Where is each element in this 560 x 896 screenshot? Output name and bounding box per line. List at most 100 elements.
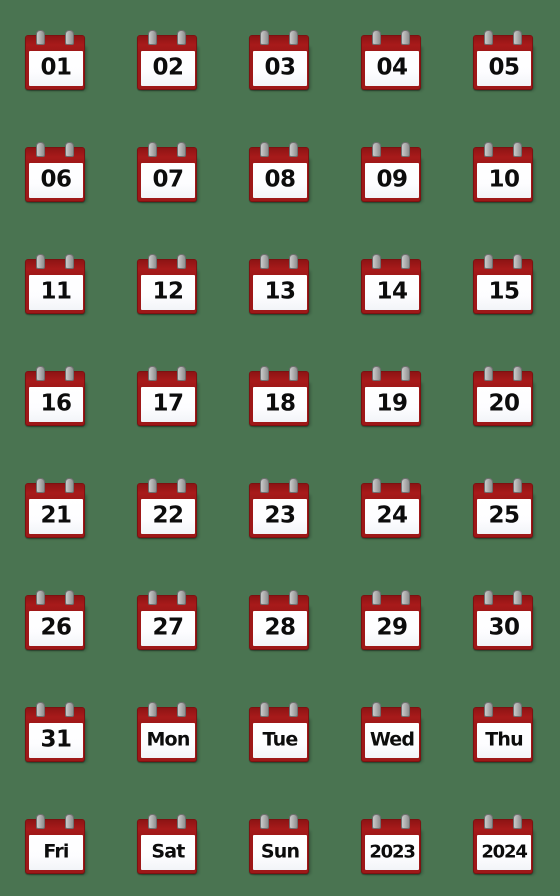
calendar-body: 25: [473, 483, 533, 538]
calendar-08[interactable]: 08: [249, 142, 311, 204]
calendar-01[interactable]: 01: [25, 30, 87, 92]
calendar-body: 29: [361, 595, 421, 650]
calendar-ring-left-icon: [372, 30, 381, 45]
calendar-12[interactable]: 12: [137, 254, 199, 316]
calendar-header-band: [362, 260, 420, 276]
calendar-ring-left-icon: [148, 366, 157, 381]
calendar-26[interactable]: 26: [25, 590, 87, 652]
calendar-ring-left-icon: [372, 478, 381, 493]
calendar-22[interactable]: 22: [137, 478, 199, 540]
grid-cell: 03: [224, 18, 336, 130]
calendar-ring-right-icon: [401, 814, 410, 829]
calendar-page: Thu: [477, 723, 531, 758]
calendar-09[interactable]: 09: [361, 142, 423, 204]
calendar-ring-left-icon: [372, 366, 381, 381]
calendar-header-band: [26, 260, 84, 276]
calendar-label: Mon: [146, 728, 190, 751]
calendar-ring-left-icon: [260, 702, 269, 717]
calendar-page: 02: [141, 51, 195, 86]
calendar-ring-right-icon: [177, 366, 186, 381]
calendar-10[interactable]: 10: [473, 142, 535, 204]
grid-cell: 22: [112, 466, 224, 578]
calendar-label: 31: [40, 726, 72, 753]
calendar-label: 03: [264, 54, 296, 81]
calendar-header-band: [138, 36, 196, 52]
calendar-ring-left-icon: [372, 702, 381, 717]
calendar-25[interactable]: 25: [473, 478, 535, 540]
calendar-29[interactable]: 29: [361, 590, 423, 652]
grid-cell: 04: [336, 18, 448, 130]
calendar-05[interactable]: 05: [473, 30, 535, 92]
calendar-04[interactable]: 04: [361, 30, 423, 92]
calendar-ring-right-icon: [65, 478, 74, 493]
calendar-body: 23: [249, 483, 309, 538]
calendar-ring-left-icon: [148, 254, 157, 269]
calendar-page: 23: [253, 499, 307, 534]
calendar-thu[interactable]: Thu: [473, 702, 535, 764]
calendar-header-band: [474, 148, 532, 164]
calendar-19[interactable]: 19: [361, 366, 423, 428]
calendar-02[interactable]: 02: [137, 30, 199, 92]
calendar-ring-left-icon: [372, 590, 381, 605]
grid-cell: 24: [336, 466, 448, 578]
calendar-header-band: [138, 148, 196, 164]
calendar-label: Tue: [262, 728, 299, 751]
calendar-31[interactable]: 31: [25, 702, 87, 764]
calendar-17[interactable]: 17: [137, 366, 199, 428]
calendar-24[interactable]: 24: [361, 478, 423, 540]
calendar-body: 05: [473, 35, 533, 90]
calendar-body: 26: [25, 595, 85, 650]
calendar-ring-right-icon: [289, 478, 298, 493]
calendar-16[interactable]: 16: [25, 366, 87, 428]
calendar-page: Sat: [141, 835, 195, 870]
calendar-body: Thu: [473, 707, 533, 762]
calendar-sun[interactable]: Sun: [249, 814, 311, 876]
calendar-header-band: [138, 484, 196, 500]
calendar-07[interactable]: 07: [137, 142, 199, 204]
calendar-ring-right-icon: [289, 254, 298, 269]
calendar-18[interactable]: 18: [249, 366, 311, 428]
calendar-23[interactable]: 23: [249, 478, 311, 540]
calendar-page: 06: [29, 163, 83, 198]
calendar-wed[interactable]: Wed: [361, 702, 423, 764]
calendar-page: 12: [141, 275, 195, 310]
calendar-header-band: [138, 596, 196, 612]
calendar-header-band: [250, 596, 308, 612]
calendar-body: 24: [361, 483, 421, 538]
calendar-21[interactable]: 21: [25, 478, 87, 540]
calendar-14[interactable]: 14: [361, 254, 423, 316]
calendar-header-band: [474, 36, 532, 52]
calendar-body: 15: [473, 259, 533, 314]
calendar-2024[interactable]: 2024: [473, 814, 535, 876]
calendar-13[interactable]: 13: [249, 254, 311, 316]
calendar-page: 16: [29, 387, 83, 422]
calendar-label: 26: [40, 614, 72, 641]
calendar-sat[interactable]: Sat: [137, 814, 199, 876]
calendar-20[interactable]: 20: [473, 366, 535, 428]
calendar-2023[interactable]: 2023: [361, 814, 423, 876]
calendar-fri[interactable]: Fri: [25, 814, 87, 876]
calendar-label: 22: [152, 502, 184, 529]
calendar-03[interactable]: 03: [249, 30, 311, 92]
calendar-ring-right-icon: [289, 702, 298, 717]
calendar-header-band: [474, 372, 532, 388]
calendar-mon[interactable]: Mon: [137, 702, 199, 764]
grid-cell: 27: [112, 578, 224, 690]
calendar-label: Thu: [485, 728, 523, 751]
calendar-body: 03: [249, 35, 309, 90]
grid-cell: 09: [336, 130, 448, 242]
calendar-06[interactable]: 06: [25, 142, 87, 204]
calendar-header-band: [138, 372, 196, 388]
calendar-icon-grid: 01 02 03 04 05 06 07 08 09 10 11 12 13 14 15 16 17 18 19 20…: [0, 0, 560, 896]
calendar-11[interactable]: 11: [25, 254, 87, 316]
calendar-27[interactable]: 27: [137, 590, 199, 652]
calendar-30[interactable]: 30: [473, 590, 535, 652]
grid-cell: 26: [0, 578, 112, 690]
calendar-tue[interactable]: Tue: [249, 702, 311, 764]
calendar-28[interactable]: 28: [249, 590, 311, 652]
calendar-label: 13: [264, 278, 296, 305]
calendar-15[interactable]: 15: [473, 254, 535, 316]
calendar-body: 12: [137, 259, 197, 314]
calendar-page: 04: [365, 51, 419, 86]
grid-cell: 15: [448, 242, 560, 354]
